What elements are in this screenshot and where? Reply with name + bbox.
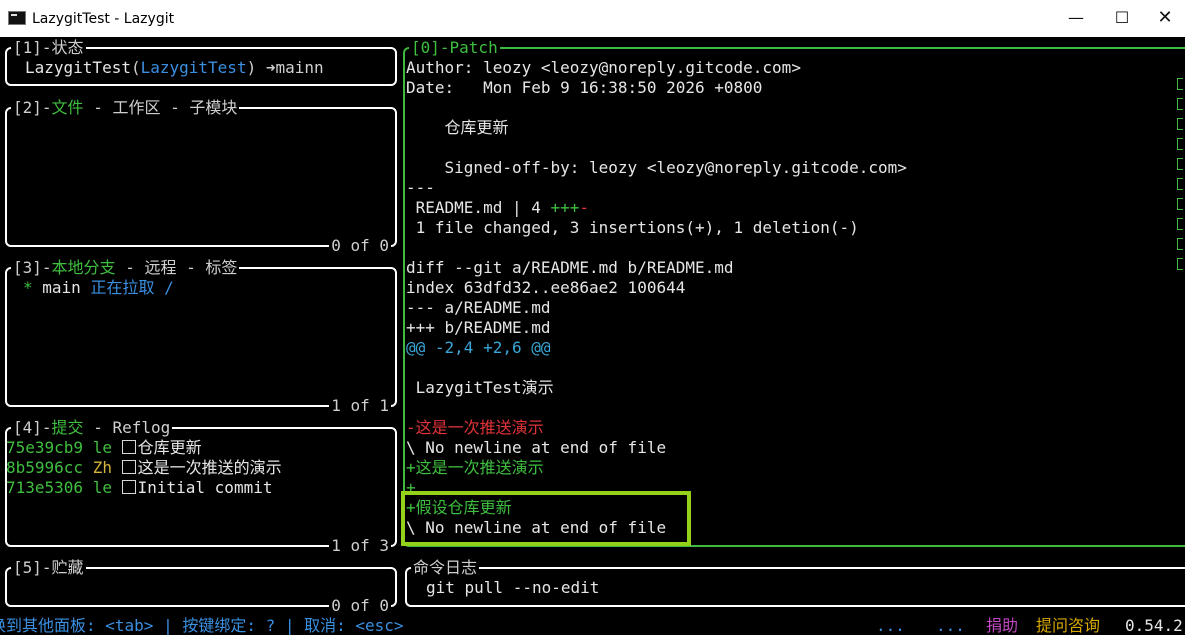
commits-panel[interactable]: [4]-提交 - Reflog 75e39cb9 le 仓库更新 8b5996c… [5,418,397,556]
commit-signoff: Signed-off-by: leozy <leozy@noreply.gitc… [406,158,907,177]
commit-hash: 713e5306 [6,478,84,497]
diff-context-line: LazygitTest演示 [406,378,554,397]
tab-commits[interactable]: 提交 [52,418,84,437]
branches-panel[interactable]: [3]-本地分支 - 远程 - 标签 * main 正在拉取 / 1 of 1 [5,258,397,416]
commits-panel-title: [4]-提交 - Reflog [11,418,173,438]
branches-panel-title: [3]-本地分支 - 远程 - 标签 [11,258,240,278]
branches-panel-counter: 1 of 1 [329,396,391,416]
close-button[interactable]: ✕ [1145,4,1185,32]
diff-new-file: +++ b/README.md [406,318,551,337]
command-log-panel[interactable]: 命令日志 git pull --no-edit [405,558,1185,607]
diff-hunk-header: @@ -2,4 +2,6 @@ [406,338,551,357]
diff-index-line: index 63dfd32..ee86ae2 100644 [406,278,686,297]
status-bar: 换到其他面板: <tab> | 按键绑定: ? | 取消: <esc> ... … [0,616,1185,635]
commit-message: 这是一次推送的演示 [137,458,282,477]
commit-author-line: Author: leozy <leozy@noreply.gitcode.com… [406,58,801,77]
stash-panel-title: [5]-贮藏 [11,558,86,578]
commit-graph-node-icon [121,440,136,454]
commits-panel-counter: 1 of 3 [329,536,391,556]
branch-name: mainn [275,58,324,77]
window-titlebar: LazygitTest - Lazygit — ☐ ✕ [0,0,1185,37]
diff-header: diff --git a/README.md b/README.md [406,258,734,277]
tab-reflog[interactable]: Reflog [112,418,170,437]
commit-graph-node-icon [121,480,136,494]
status-repo-line: LazygitTest(LazygitTest) ➜mainn [25,58,324,77]
commit-separator: --- [406,178,435,197]
commit-hash: 75e39cb9 [6,438,84,457]
diff-old-file: --- a/README.md [406,298,551,317]
files-panel-counter: 0 of 0 [329,236,391,256]
branch-item-status: 正在拉取 / [90,278,174,297]
status-panel[interactable]: [1]-状态 LazygitTest(LazygitTest) ➜mainn [5,38,397,86]
commit-author: le [92,438,112,457]
commit-subject: 仓库更新 [406,118,509,137]
tab-remotes[interactable]: 远程 [144,258,176,277]
diffstat-summary: 1 file changed, 3 insertions(+), 1 delet… [406,218,859,237]
tab-files[interactable]: 文件 [52,98,84,117]
commit-row[interactable]: 75e39cb9 le 仓库更新 [6,438,202,458]
command-log-entry: git pull --no-edit [426,578,600,597]
scrollbar-marks [1177,78,1185,270]
commit-hash: 8b5996cc [6,458,84,477]
status-dots: ... [936,616,965,635]
diff-no-newline: \ No newline at end of file [406,438,667,457]
commit-message: 仓库更新 [137,438,202,457]
branch-item-name: main [42,278,81,297]
commit-graph-node-icon [121,460,136,474]
diffstat-line: README.md | 4 +++- [406,198,590,217]
donate-link[interactable]: 捐助 [986,616,1018,635]
keybinding-hints: 换到其他面板: <tab> | 按键绑定: ? | 取消: <esc> [0,616,404,635]
command-log-title: 命令日志 [411,558,480,578]
tab-worktrees[interactable]: 工作区 [112,98,160,117]
branch-row[interactable]: * main 正在拉取 / [23,278,174,298]
tab-submodules[interactable]: 子模块 [189,98,237,117]
window-title: LazygitTest - Lazygit [32,11,175,27]
repo-name: LazygitTest [25,58,131,77]
commit-message: Initial commit [137,478,273,497]
commit-date-line: Date: Mon Feb 9 16:38:50 2026 +0800 [406,78,763,97]
minimize-button[interactable]: — [1053,4,1099,32]
files-panel[interactable]: [2]-文件 - 工作区 - 子模块 0 of 0 [5,98,397,256]
status-panel-title: [1]-状态 [11,38,86,58]
status-dots: ... [876,616,905,635]
tab-local-branches[interactable]: 本地分支 [52,258,116,277]
annotation-highlight-box [401,491,691,546]
ask-question-link[interactable]: 提问咨询 [1036,616,1100,635]
stash-panel-counter: 0 of 0 [329,596,391,616]
version-label: 0.54.2 [1125,616,1183,635]
tab-tags[interactable]: 标签 [205,258,237,277]
repo-link: LazygitTest [140,58,247,77]
current-branch-marker: * [23,278,33,297]
files-panel-title: [2]-文件 - 工作区 - 子模块 [11,98,240,118]
maximize-button[interactable]: ☐ [1099,4,1145,32]
patch-panel-title: [0]-Patch [409,38,500,58]
stash-panel[interactable]: [5]-贮藏 0 of 0 [5,558,397,616]
commit-author: le [92,478,112,497]
commit-row[interactable]: 713e5306 le Initial commit [6,478,272,498]
commit-row[interactable]: 8b5996cc Zh 这是一次推送的演示 [6,458,282,478]
terminal-app-icon [8,11,26,25]
diff-added-line: +这是一次推送演示 [406,458,544,477]
diff-removed-line: -这是一次推送演示 [406,418,544,437]
commit-author: Zh [92,458,112,477]
